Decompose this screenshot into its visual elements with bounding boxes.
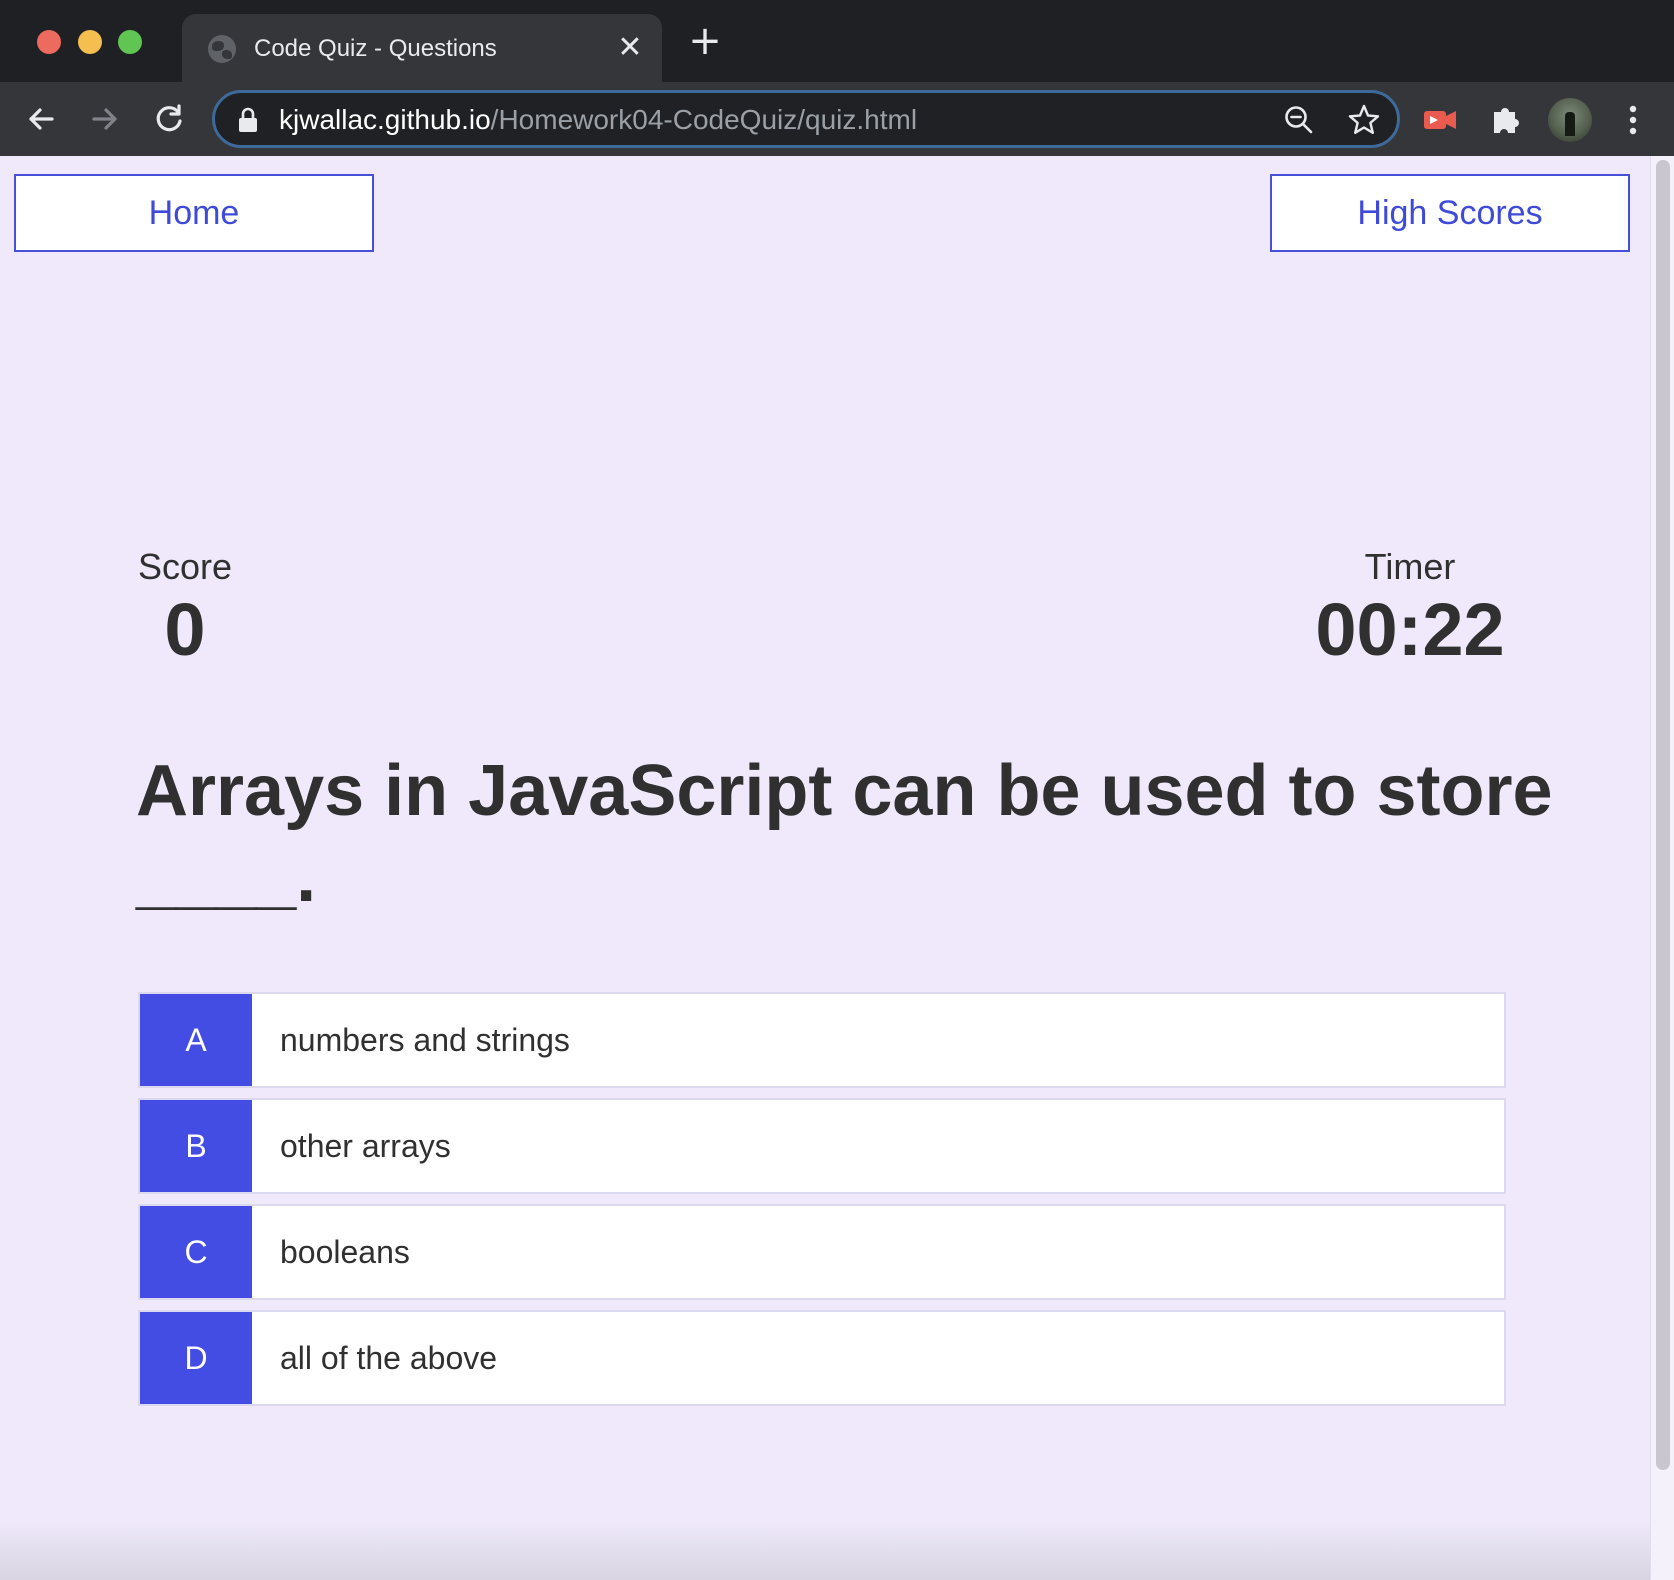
tab-close-icon[interactable]: ✕ xyxy=(614,32,646,64)
lock-icon[interactable] xyxy=(237,107,259,133)
window-close-button[interactable] xyxy=(37,30,61,54)
timer-value: 00:22 xyxy=(1315,588,1505,671)
zoom-out-icon[interactable] xyxy=(1283,104,1315,136)
puzzle-icon[interactable] xyxy=(1488,102,1524,138)
record-extension-icon[interactable] xyxy=(1422,102,1458,138)
bottom-shadow xyxy=(0,1520,1650,1580)
avatar[interactable] xyxy=(1548,98,1592,142)
answer-option-b[interactable]: B other arrays xyxy=(138,1098,1506,1194)
browser-titlebar: Code Quiz - Questions ✕ + xyxy=(0,0,1674,82)
answer-option-d[interactable]: D all of the above xyxy=(138,1310,1506,1406)
browser-toolbar: kjwallac.github.io/Homework04-CodeQuiz/q… xyxy=(0,82,1674,156)
url-host: kjwallac.github.io xyxy=(279,104,491,135)
question-text: Arrays in JavaScript can be used to stor… xyxy=(136,751,1553,917)
back-icon[interactable] xyxy=(20,98,62,140)
tab-title: Code Quiz - Questions xyxy=(254,35,497,62)
url-text[interactable]: kjwallac.github.io/Homework04-CodeQuiz/q… xyxy=(279,104,917,136)
answer-letter: C xyxy=(140,1206,252,1298)
answer-text: all of the above xyxy=(280,1340,498,1376)
answer-text: other arrays xyxy=(280,1128,451,1164)
scrollbar-thumb[interactable] xyxy=(1656,160,1670,1470)
url-path: /Homework04-CodeQuiz/quiz.html xyxy=(490,104,918,135)
score-label: Score xyxy=(138,546,233,587)
answer-list: A numbers and strings B other arrays C b… xyxy=(138,992,1506,1416)
score-value: 0 xyxy=(164,588,206,671)
answer-text: booleans xyxy=(280,1234,410,1270)
page-viewport: Home High Scores Score 0 Timer 00:22 Arr… xyxy=(0,156,1674,1580)
answer-letter: B xyxy=(140,1100,252,1192)
answer-text: numbers and strings xyxy=(280,1022,570,1058)
reload-icon[interactable] xyxy=(148,98,190,140)
browser-tab[interactable]: Code Quiz - Questions ✕ xyxy=(182,14,662,82)
menu-dots-icon[interactable] xyxy=(1618,100,1648,140)
answer-option-c[interactable]: C booleans xyxy=(138,1204,1506,1300)
answer-letter: A xyxy=(140,994,252,1086)
new-tab-icon[interactable]: + xyxy=(688,21,722,61)
home-button[interactable]: Home xyxy=(14,174,374,252)
scrollbar[interactable] xyxy=(1650,156,1674,1580)
timer-label: Timer xyxy=(1364,546,1456,587)
answer-letter: D xyxy=(140,1312,252,1404)
address-bar[interactable]: kjwallac.github.io/Homework04-CodeQuiz/q… xyxy=(212,90,1400,148)
window-zoom-button[interactable] xyxy=(118,30,142,54)
star-icon[interactable] xyxy=(1347,103,1381,137)
globe-icon xyxy=(208,35,236,63)
answer-option-a[interactable]: A numbers and strings xyxy=(138,992,1506,1088)
high-scores-button[interactable]: High Scores xyxy=(1270,174,1630,252)
forward-icon[interactable] xyxy=(84,98,126,140)
window-minimize-button[interactable] xyxy=(78,30,102,54)
